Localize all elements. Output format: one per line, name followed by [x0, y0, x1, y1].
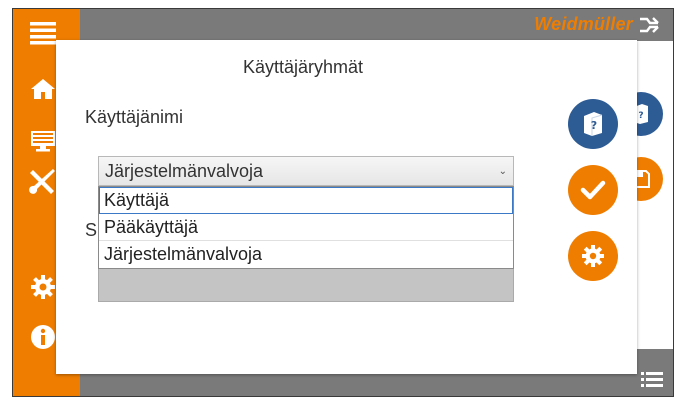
info-icon [31, 325, 55, 349]
svg-text:?: ? [591, 119, 597, 132]
gear-icon [582, 245, 604, 267]
brand-name: Weidmüller [534, 14, 633, 34]
chevron-down-icon: ⌄ [498, 166, 507, 177]
role-option-user[interactable]: Käyttäjä [99, 187, 513, 214]
weidmuller-mark-icon [640, 16, 659, 33]
disabled-field [98, 264, 514, 302]
confirm-button[interactable] [568, 165, 618, 215]
monitor-icon [31, 131, 55, 152]
user-groups-dialog: Käyttäjäryhmät Käyttäjänimi S Järjestelm… [56, 40, 637, 374]
role-select-value: Järjestelmänvalvoja [105, 161, 264, 181]
role-option-main-user[interactable]: Pääkäyttäjä [99, 214, 513, 241]
gear-icon [31, 275, 55, 299]
role-dropdown-list: Käyttäjä Pääkäyttäjä Järjestelmänvalvoja [98, 186, 514, 269]
top-bar: Weidmüller [80, 9, 673, 41]
app-window: Weidmüller ? Käyttäjäryhmät Käyttäjänimi… [12, 8, 674, 397]
role-option-administrator[interactable]: Järjestelmänvalvoja [99, 241, 513, 268]
tools-icon [29, 169, 55, 194]
brand-logo: Weidmüller [534, 14, 659, 35]
dialog-title: Käyttäjäryhmät [242, 57, 364, 77]
check-icon [580, 180, 606, 200]
home-icon [31, 79, 55, 99]
menu-icon [30, 22, 56, 45]
username-label: Käyttäjänimi [85, 107, 184, 127]
svg-text:?: ? [638, 111, 643, 121]
list-view-icon[interactable] [641, 371, 663, 389]
help-book-icon: ? [584, 112, 603, 136]
dialog-settings-button[interactable] [568, 231, 618, 281]
help-button[interactable]: ? [568, 99, 618, 149]
partially-hidden-label: S [85, 220, 98, 240]
role-select[interactable]: Järjestelmänvalvoja ⌄ [98, 156, 514, 186]
